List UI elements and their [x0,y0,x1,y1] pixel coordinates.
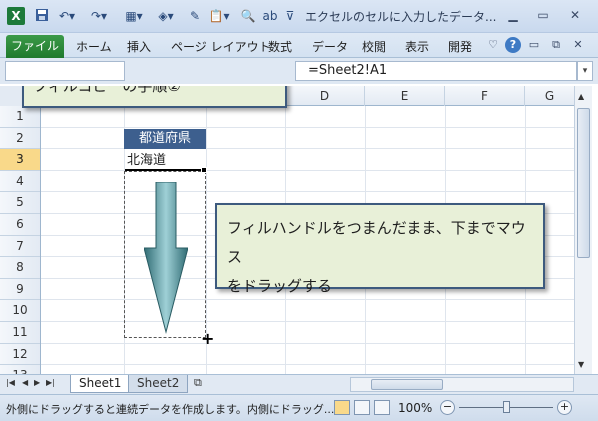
status-bar: 外側にドラッグすると連続データを作成します。内側にドラッグ... 100% − … [0,394,598,421]
close-workbook-icon[interactable]: ✕ [570,37,586,53]
status-message: 外側にドラッグすると連続データを作成します。内側にドラッグ... [6,403,335,416]
insert-sheet-icon[interactable]: ⧉ [194,376,202,390]
tab-data[interactable]: データ [312,38,348,55]
callout-instruction-line1: フィルハンドルをつまんだまま、下までマウス [227,219,526,266]
gridline [41,342,574,344]
cell-header-prefecture[interactable]: 都道府県 [124,129,206,149]
tab-formulas[interactable]: 数式 [268,38,292,55]
format-painter-icon[interactable]: ✎ [186,8,204,24]
cell-active-value[interactable]: 北海道 [125,150,205,171]
row-header-12[interactable]: 12 [0,344,40,366]
customize-toolbar-icon[interactable]: ⊽ [284,8,296,24]
excel-logo-icon[interactable]: X [7,7,25,25]
restore-icon[interactable]: ▭ [528,6,558,24]
name-box[interactable] [5,61,125,81]
callout-step-text: フィルコピーの手順② [33,86,181,95]
scroll-up-icon[interactable]: ▲ [578,92,584,101]
minimize-window-icon[interactable]: ▭ [526,37,542,53]
row-header-6[interactable]: 6 [0,214,40,236]
sheet-tab-sheet2[interactable]: Sheet2 [128,375,189,393]
window-title: エクセルのセルに入力したデータ... [305,10,497,24]
gridline [41,126,574,128]
sheet-tab-bar: |◀ ◀ ▶ ▶| Sheet1 Sheet2 ⧉ [0,374,598,394]
scroll-down-icon[interactable]: ▼ [578,360,584,369]
tab-review[interactable]: 校閲 [362,38,386,55]
row-headers: 12345678910111213 [0,106,41,374]
gridline [41,148,574,150]
row-header-1[interactable]: 1 [0,106,40,128]
undo-icon[interactable]: ↶▾ [56,8,78,24]
minimize-ribbon-icon[interactable]: ♡ [485,37,501,53]
zoom-out-icon[interactable]: − [440,400,455,415]
tab-home[interactable]: ホーム [76,38,112,55]
column-header-g[interactable]: G [525,86,574,106]
fill-color-icon[interactable]: ◈▾ [154,8,178,24]
paste-icon[interactable]: 📋▾ [206,8,232,24]
page-break-view-icon[interactable] [374,400,390,415]
gridline [41,191,574,193]
row-header-5[interactable]: 5 [0,192,40,214]
row-header-8[interactable]: 8 [0,257,40,279]
gridline [41,321,574,322]
row-header-11[interactable]: 11 [0,322,40,344]
fill-handle[interactable] [201,167,207,173]
help-icon[interactable]: ? [505,37,521,53]
formula-bar: =Sheet2!A1 ▾ [0,58,598,84]
tab-developer[interactable]: 開発 [448,38,472,55]
worksheet-grid[interactable]: D E F G 12345678910111213 都道府県 北海道 + フィル… [0,86,574,374]
minimize-icon[interactable]: ▁ [498,6,528,24]
callout-instruction-line2: をドラッグする [227,277,333,295]
zoom-slider-thumb[interactable] [503,401,510,413]
restore-window-icon[interactable]: ⧉ [548,37,564,53]
title-bar: X ↶▾ ↷▾ ▦▾ ◈▾ ✎ 📋▾ 🔍 ab ⊽ エクセルのセルに入力したデー… [0,0,598,33]
row-header-2[interactable]: 2 [0,128,40,150]
tab-insert[interactable]: 挿入 [127,38,151,55]
spelling-icon[interactable]: ab [262,8,278,24]
gridline [41,364,574,366]
row-header-7[interactable]: 7 [0,236,40,258]
crosshair-cursor-icon: + [201,329,215,348]
last-sheet-icon[interactable]: ▶| [46,378,55,387]
vertical-scrollbar[interactable]: ▲ ▼ [574,86,592,374]
callout-step: フィルコピーの手順② [22,86,287,108]
zoom-in-icon[interactable]: + [557,400,572,415]
horizontal-scroll-thumb[interactable] [371,379,443,390]
zoom-level[interactable]: 100% [398,401,432,415]
ribbon-tabs: ファイル ホーム 挿入 ページ レイアウト 数式 データ 校閲 表示 開発 ♡ … [0,33,598,58]
expand-formula-bar-icon[interactable]: ▾ [577,61,593,81]
close-icon[interactable]: ✕ [560,6,590,24]
tab-view[interactable]: 表示 [405,38,429,55]
first-sheet-icon[interactable]: |◀ [6,378,15,387]
column-header-d[interactable]: D [285,86,365,106]
row-header-4[interactable]: 4 [0,171,40,193]
prev-sheet-icon[interactable]: ◀ [22,378,28,387]
redo-icon[interactable]: ↷▾ [88,8,110,24]
column-header-e[interactable]: E [365,86,445,106]
next-sheet-icon[interactable]: ▶ [34,378,40,387]
tab-file[interactable]: ファイル [6,35,64,58]
down-arrow-icon [144,182,188,334]
formula-input[interactable]: =Sheet2!A1 [295,61,577,81]
borders-icon[interactable]: ▦▾ [122,8,146,24]
normal-view-icon[interactable] [334,400,350,415]
gridline [41,169,574,171]
row-header-9[interactable]: 9 [0,279,40,301]
page-layout-view-icon[interactable] [354,400,370,415]
row-header-13[interactable]: 13 [0,365,40,374]
horizontal-scrollbar[interactable] [350,377,574,392]
save-icon[interactable] [34,8,50,24]
callout-instruction: フィルハンドルをつまんだまま、下までマウス をドラッグする [215,203,545,295]
row-header-3[interactable]: 3 [0,149,40,171]
sheet-tab-sheet1[interactable]: Sheet1 [70,375,131,393]
print-preview-icon[interactable]: 🔍 [240,8,256,24]
tab-page-layout[interactable]: ページ レイアウト [171,38,271,55]
vertical-scroll-thumb[interactable] [577,108,590,258]
column-header-f[interactable]: F [445,86,525,106]
row-header-10[interactable]: 10 [0,300,40,322]
